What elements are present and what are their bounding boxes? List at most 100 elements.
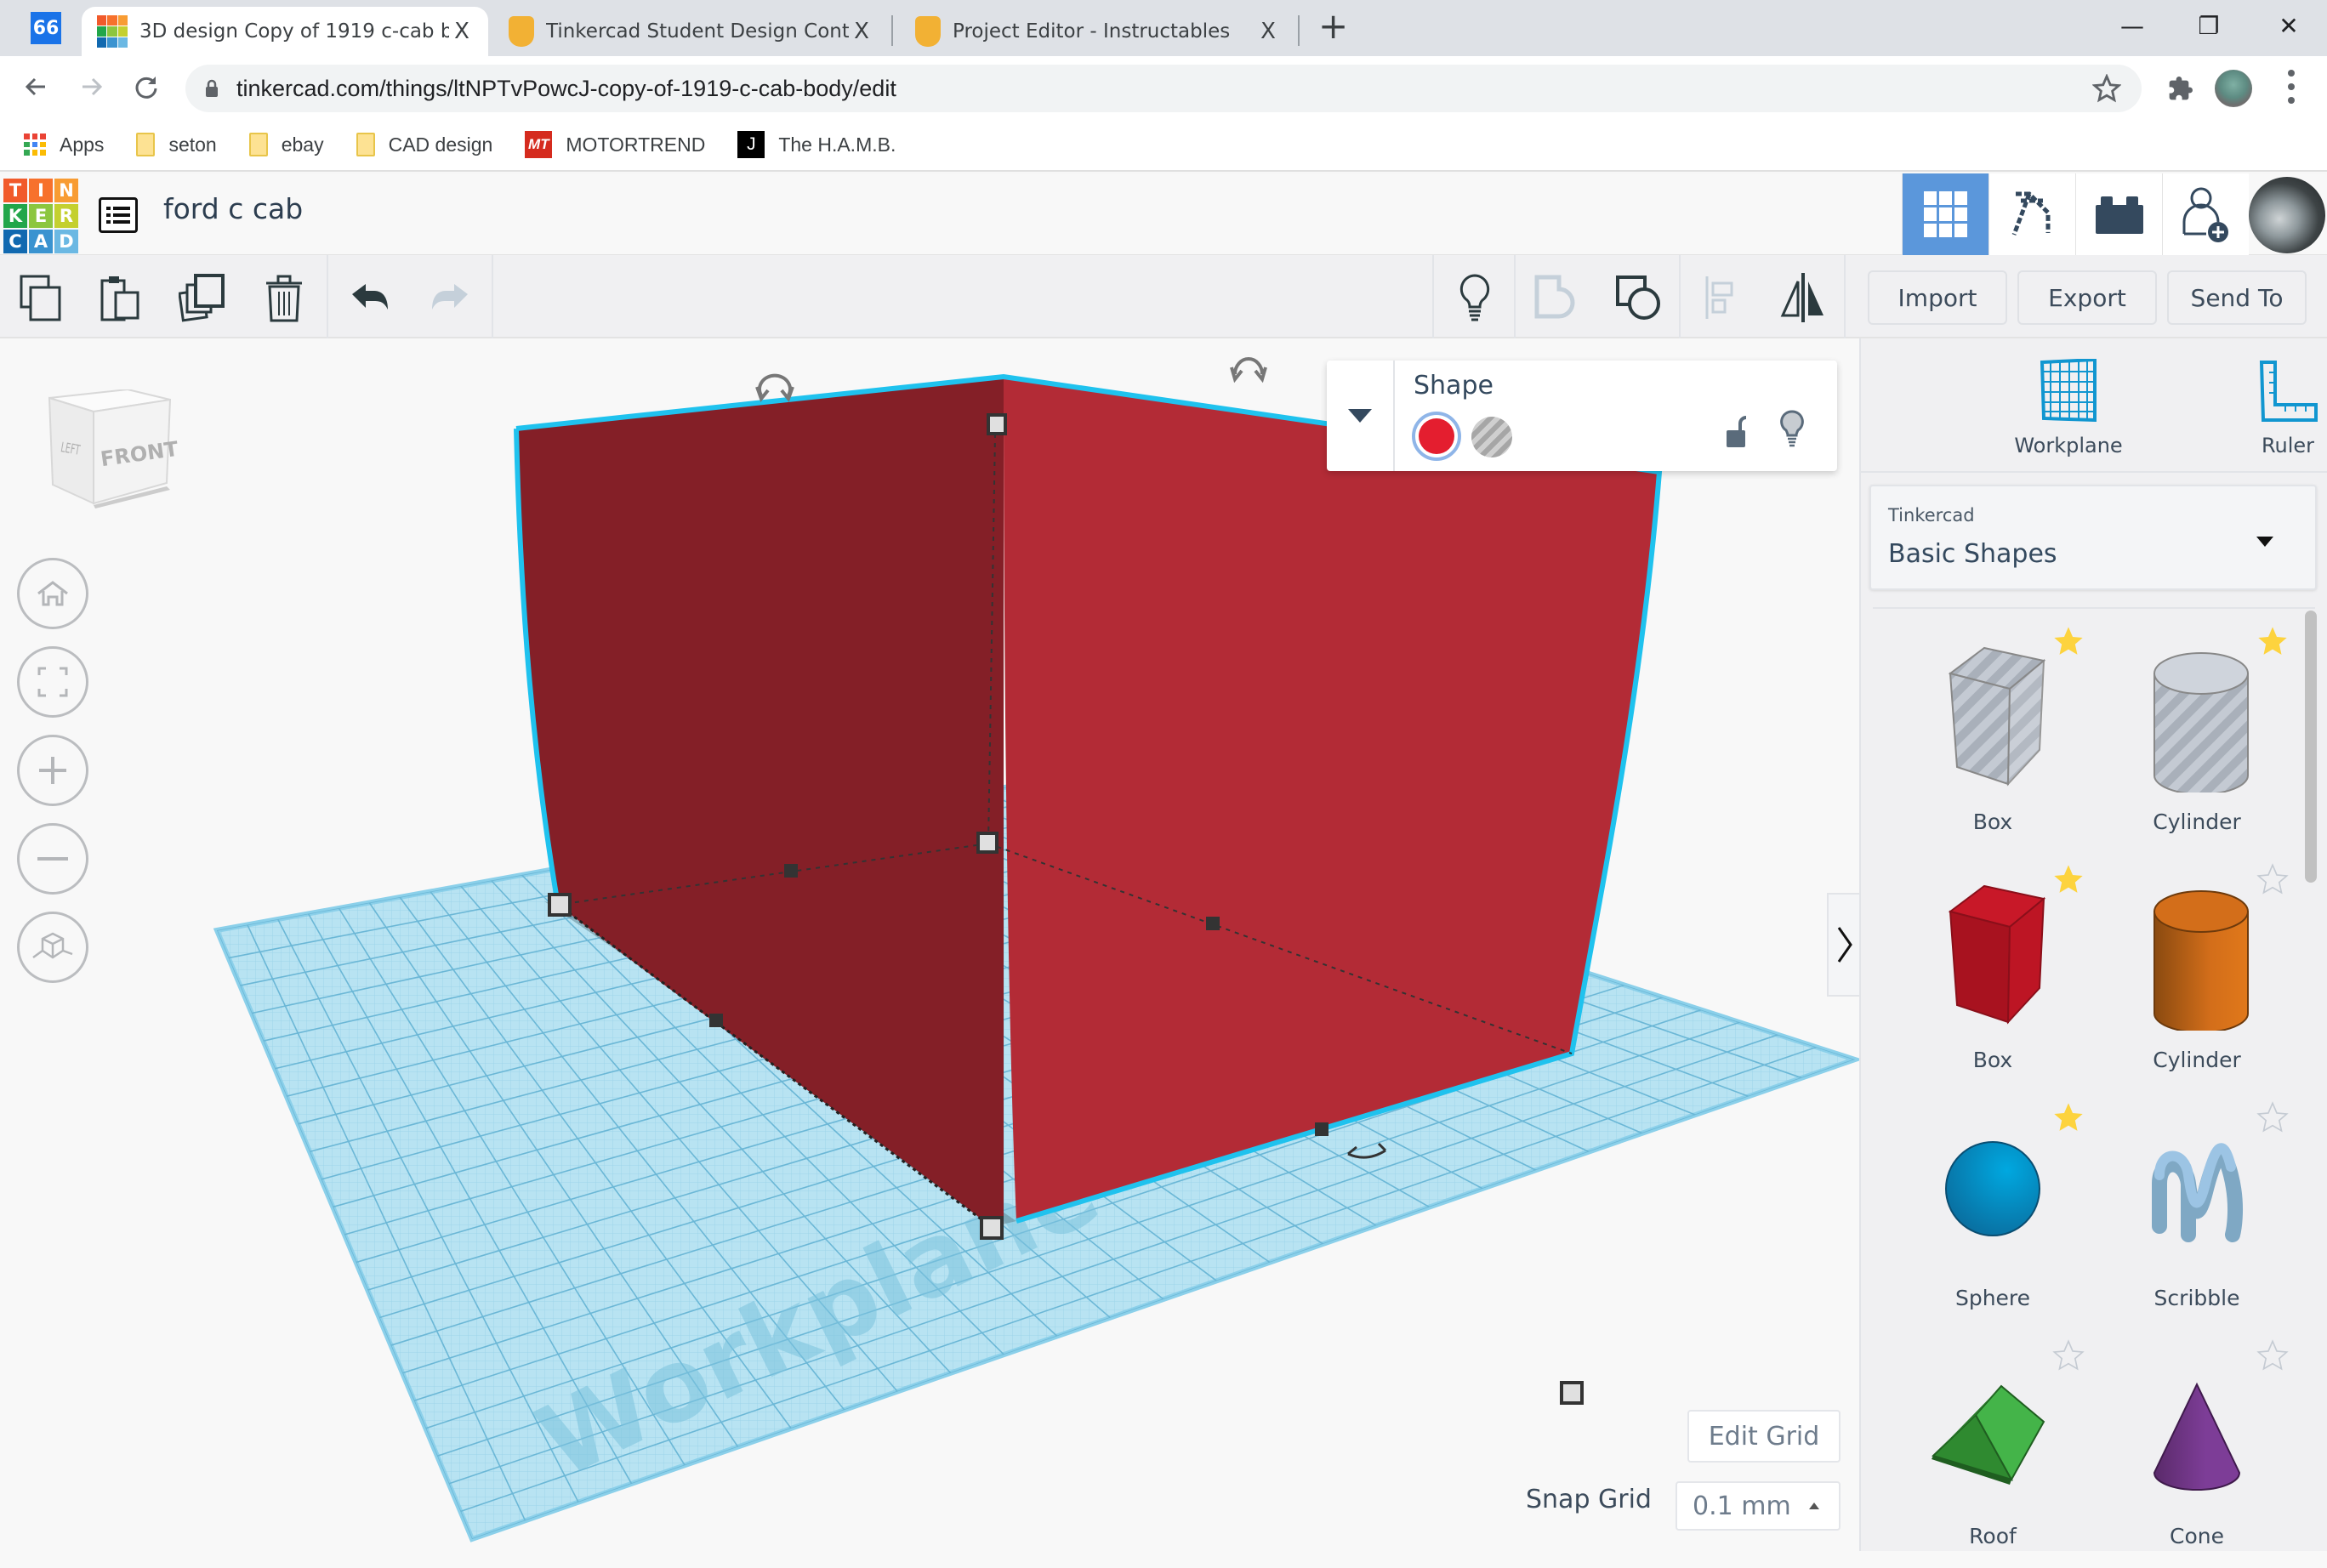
edge-handle[interactable] (784, 864, 798, 878)
minimize-button[interactable]: — (2094, 0, 2171, 51)
logo-letter: C (3, 230, 27, 253)
delete-button[interactable] (259, 272, 310, 323)
shape-sphere[interactable]: Sphere (1895, 1100, 2091, 1330)
design-list-button[interactable] (99, 197, 138, 233)
favorite-star-icon[interactable] (2256, 624, 2290, 658)
mirror-button[interactable] (1778, 272, 1829, 323)
shape-cone[interactable]: Cone (2099, 1338, 2295, 1568)
bookmark-motortrend[interactable]: MT MOTORTREND (525, 131, 705, 158)
ungroup-icon (1616, 276, 1660, 320)
edge-handle[interactable] (1206, 917, 1220, 930)
tab-tinkercad-design[interactable]: 3D design Copy of 1919 c-cab bo X (82, 7, 488, 56)
forward-button[interactable] (73, 68, 111, 105)
zoom-out-button[interactable] (17, 823, 88, 895)
import-button[interactable]: Import (1868, 270, 2007, 325)
back-button[interactable] (17, 68, 54, 105)
shape-list-scrollbar[interactable] (2305, 611, 2317, 883)
bricks-view-button[interactable] (2075, 173, 2162, 255)
edge-handle[interactable] (1315, 1122, 1328, 1136)
shape-roof[interactable]: Roof (1895, 1338, 2091, 1568)
close-tab-icon[interactable]: X (1255, 19, 1281, 44)
export-button[interactable]: Export (2017, 270, 2157, 325)
shape-box[interactable]: Box (1895, 862, 2091, 1092)
close-tab-icon[interactable]: X (449, 19, 475, 44)
favorite-star-icon[interactable] (2051, 1100, 2085, 1134)
profile-avatar[interactable] (2215, 70, 2252, 107)
copy-button[interactable] (15, 272, 66, 323)
extensions-puzzle-icon[interactable] (2167, 75, 2194, 102)
resize-handle-bottom-corner[interactable] (980, 1216, 1004, 1240)
reload-button[interactable] (128, 68, 165, 105)
zoom-in-button[interactable] (17, 735, 88, 806)
shape-label: Scribble (2153, 1286, 2240, 1310)
3d-design-view-button[interactable] (1902, 173, 1988, 255)
home-view-button[interactable] (17, 558, 88, 629)
3d-viewport[interactable]: Workplane FRONT LEFT Edit Grid Snap Grid… (0, 338, 1859, 1551)
solid-color-swatch[interactable] (1412, 412, 1461, 461)
ungroup-button[interactable] (1613, 272, 1664, 323)
right-panel: Workplane Ruler Tinkercad Basic Shapes B… (1859, 338, 2327, 1551)
favorite-star-outline-icon[interactable] (2256, 1100, 2290, 1134)
perspective-cube-icon (32, 932, 73, 959)
tab-student-contest[interactable]: Tinkercad Student Design Contes X (497, 7, 888, 56)
redo-button[interactable] (424, 272, 475, 323)
rotate-handle-right[interactable] (1230, 357, 1267, 383)
resize-handle-right-corner[interactable] (1560, 1381, 1584, 1405)
show-all-button[interactable] (1449, 272, 1500, 323)
shape-scribble[interactable]: Scribble (2099, 1100, 2295, 1330)
minecraft-view-button[interactable] (1988, 173, 2075, 255)
bookmark-ebay[interactable]: ebay (248, 133, 324, 156)
shape-cylinder[interactable]: Cylinder (2099, 862, 2295, 1092)
paste-button[interactable] (95, 272, 146, 323)
shape-hole-box[interactable]: Box (1895, 624, 2091, 854)
inspector-collapse-button[interactable] (1327, 361, 1395, 471)
rotate-handle-left[interactable] (755, 373, 794, 403)
snap-grid-select[interactable]: 0.1 mm (1676, 1481, 1841, 1531)
user-avatar[interactable] (2249, 177, 2325, 253)
align-button[interactable] (1696, 272, 1747, 323)
resize-handle-top[interactable] (987, 413, 1007, 435)
shape-library-select[interactable]: Tinkercad Basic Shapes (1869, 485, 2317, 590)
bookmark-cad-design[interactable]: CAD design (356, 133, 492, 156)
tinkercad-logo[interactable]: T I N K E R C A D (3, 179, 78, 253)
edge-handle[interactable] (709, 1014, 723, 1027)
new-tab-button[interactable]: + (1318, 5, 1348, 47)
shape-hole-cylinder[interactable]: Cylinder (2099, 624, 2295, 854)
workplane-tool-label: Workplane (2014, 434, 2123, 457)
workplane-tool[interactable]: Workplane (1983, 357, 2153, 457)
group-button[interactable] (1531, 272, 1582, 323)
pinned-tab[interactable]: 66 (31, 12, 61, 44)
favorite-star-outline-icon[interactable] (2051, 1338, 2085, 1372)
favorite-star-icon[interactable] (2051, 624, 2085, 658)
ruler-tool[interactable]: Ruler (2203, 359, 2327, 457)
favorite-star-outline-icon[interactable] (2256, 1338, 2290, 1372)
resize-handle-center[interactable] (976, 832, 999, 854)
undo-button[interactable] (345, 272, 396, 323)
tab-project-editor[interactable]: Project Editor - Instructables X (903, 7, 1294, 56)
hole-swatch[interactable] (1471, 417, 1512, 457)
resize-handle-left-corner[interactable] (548, 893, 572, 917)
bookmark-apps[interactable]: Apps (24, 134, 104, 156)
fit-view-button[interactable] (17, 646, 88, 718)
close-tab-icon[interactable]: X (849, 19, 874, 44)
bookmark-seton[interactable]: seton (136, 133, 217, 156)
address-bar[interactable]: tinkercad.com/things/ltNPTvPowcJ-copy-of… (185, 65, 2142, 112)
design-title[interactable]: ford c cab (163, 192, 303, 225)
add-user-button[interactable] (2162, 173, 2249, 255)
visibility-bulb-icon[interactable] (1779, 410, 1805, 449)
bookmark-star-icon[interactable] (2092, 74, 2121, 103)
duplicate-button[interactable] (177, 272, 228, 323)
edit-grid-button[interactable]: Edit Grid (1687, 1410, 1841, 1463)
send-to-button[interactable]: Send To (2167, 270, 2307, 325)
restore-button[interactable]: ❐ (2171, 0, 2247, 51)
close-window-button[interactable]: ✕ (2250, 0, 2327, 51)
favorite-star-outline-icon[interactable] (2256, 862, 2290, 896)
favorite-star-icon[interactable] (2051, 862, 2085, 896)
bookmark-hamb[interactable]: J The H.A.M.B. (737, 131, 896, 158)
perspective-button[interactable] (17, 912, 88, 983)
view-cube[interactable]: FRONT LEFT (43, 388, 179, 517)
collapse-panel-button[interactable] (1827, 893, 1861, 997)
lock-icon[interactable] (1725, 413, 1750, 451)
scene[interactable]: Workplane (0, 338, 1859, 1551)
browser-menu-icon[interactable] (2288, 70, 2295, 104)
